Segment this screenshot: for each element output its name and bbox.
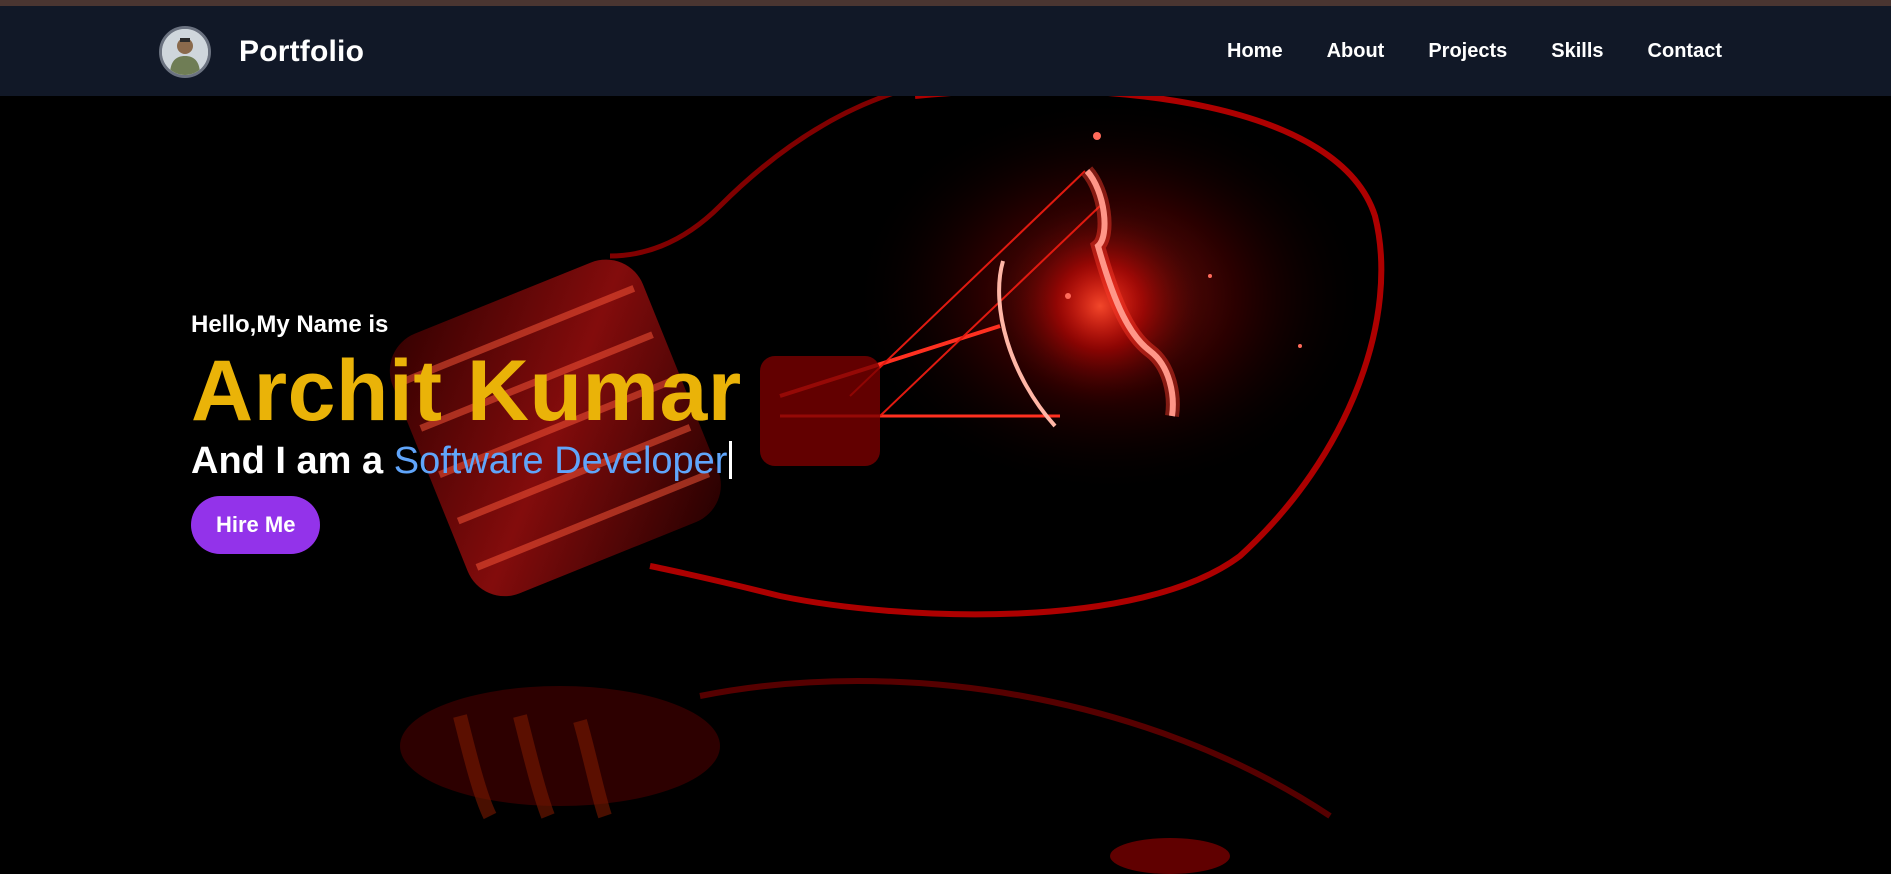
nav-contact-link[interactable]: Contact bbox=[1648, 40, 1722, 63]
greeting-text: Hello,My Name is bbox=[191, 311, 389, 338]
hero-text: Hello,My Name is Archit Kumar And I am a… bbox=[191, 309, 742, 554]
role-prefix: And I am a bbox=[191, 440, 394, 482]
navbar: Portfolio Home About Projects Skills Con… bbox=[0, 6, 1891, 96]
nav-about-link[interactable]: About bbox=[1327, 40, 1385, 63]
brand[interactable]: Portfolio bbox=[159, 24, 364, 80]
typing-cursor bbox=[729, 441, 733, 479]
role-typed-text: Software Developer bbox=[393, 440, 728, 482]
avatar[interactable] bbox=[159, 26, 211, 78]
profile-photo-icon bbox=[162, 29, 208, 75]
nav-links: Home About Projects Skills Contact bbox=[1183, 40, 1722, 63]
nav-projects-link[interactable]: Projects bbox=[1428, 40, 1507, 63]
hire-me-button[interactable]: Hire Me bbox=[191, 496, 321, 554]
nav-home-link[interactable]: Home bbox=[1227, 40, 1283, 63]
brand-title[interactable]: Portfolio bbox=[239, 35, 364, 69]
hero-section: Hello,My Name is Archit Kumar And I am a… bbox=[0, 96, 1891, 874]
hero-name: Archit Kumar bbox=[191, 343, 742, 439]
role-line: And I am a Software Developer bbox=[191, 437, 742, 485]
nav-skills-link[interactable]: Skills bbox=[1551, 40, 1603, 63]
